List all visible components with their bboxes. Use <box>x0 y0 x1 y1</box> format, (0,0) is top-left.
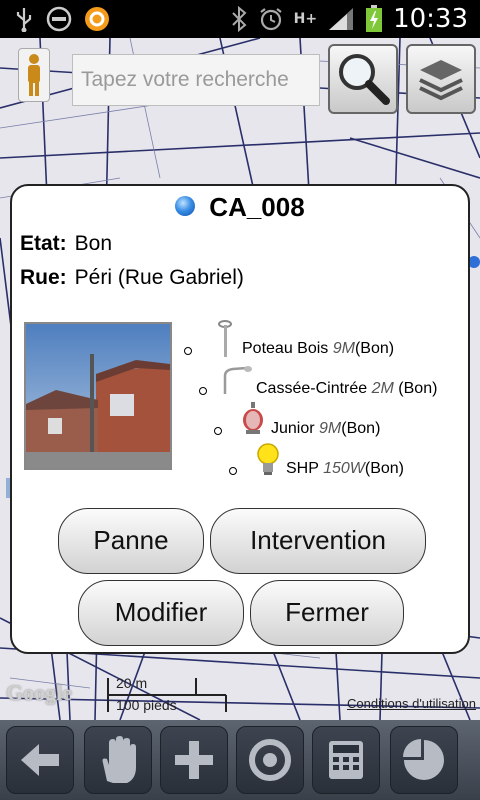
component-size: 2M <box>371 380 394 397</box>
component-state: (Bon) <box>354 340 395 357</box>
field-value: Péri (Rue Gabriel) <box>74 266 244 289</box>
bottom-toolbar <box>0 720 480 800</box>
tree-bullet <box>184 347 192 355</box>
component-name: Cassée-Cintrée <box>256 380 368 397</box>
add-button[interactable] <box>160 726 228 794</box>
pole-icon <box>218 320 232 357</box>
component-item[interactable]: Poteau Bois 9M(Bon) <box>242 340 394 358</box>
component-state: (Bon) <box>398 380 438 397</box>
tree-bullet <box>214 427 222 435</box>
conditions-link[interactable]: Conditions d'utilisation <box>347 696 476 711</box>
component-name: Poteau Bois <box>242 340 329 357</box>
layers-icon <box>419 60 463 101</box>
field-value: Bon <box>74 232 113 255</box>
plus-icon <box>175 741 213 779</box>
component-state: (Bon) <box>341 420 381 437</box>
alarm-icon <box>259 8 282 31</box>
component-name: SHP <box>286 460 319 477</box>
back-button[interactable] <box>6 726 74 794</box>
signal-icon <box>329 8 354 30</box>
component-item[interactable]: SHP 150W(Bon) <box>286 460 404 478</box>
clock: 10:33 <box>393 4 468 34</box>
fermer-button[interactable]: Fermer <box>250 580 404 646</box>
block-icon <box>46 6 72 32</box>
target-icon <box>249 739 291 781</box>
bulb-icon <box>257 443 279 475</box>
back-arrow-icon <box>21 744 59 776</box>
statistics-button[interactable] <box>390 726 458 794</box>
field-rue: Rue: Péri (Rue Gabriel) <box>20 266 244 290</box>
layers-button[interactable] <box>406 44 476 114</box>
hand-icon <box>102 736 136 783</box>
google-logo: Google <box>6 680 72 705</box>
component-item[interactable]: Junior 9M(Bon) <box>271 420 380 438</box>
panne-button[interactable]: Panne <box>58 508 204 574</box>
component-size: 9M <box>319 420 342 437</box>
status-bar: H+ 10:33 <box>0 0 480 38</box>
component-item[interactable]: Cassée-Cintrée 2M (Bon) <box>256 380 437 398</box>
field-label: Rue: <box>20 266 67 289</box>
field-etat: Etat: Bon <box>20 232 112 256</box>
scale-metric: 20 m <box>116 675 148 691</box>
usb-icon <box>16 8 32 32</box>
equipment-photo[interactable] <box>24 322 172 470</box>
component-size: 9M <box>332 340 355 357</box>
field-label: Etat: <box>20 232 67 255</box>
network-type-label: H+ <box>293 11 318 27</box>
locate-button[interactable] <box>236 726 304 794</box>
modifier-button[interactable]: Modifier <box>78 580 244 646</box>
pie-chart-icon <box>403 739 444 780</box>
search-input[interactable]: Tapez votre recherche <box>72 54 320 106</box>
tree-bullet <box>229 467 237 475</box>
lantern-icon <box>243 402 263 434</box>
street-view-button[interactable] <box>18 48 50 102</box>
popup-header: CA_008 <box>12 192 468 223</box>
search-button[interactable] <box>328 44 398 114</box>
scale-imperial: 100 pieds <box>116 697 177 713</box>
feature-popup: CA_008 Etat: Bon Rue: Péri (Rue Gabriel) P… <box>10 184 470 654</box>
pan-button[interactable] <box>84 726 152 794</box>
popup-title: CA_008 <box>209 192 305 222</box>
status-dot-icon <box>175 196 196 217</box>
person-icon <box>28 54 40 96</box>
street-photo-image <box>26 324 170 468</box>
map-scale: 20 m 100 pieds <box>106 675 228 714</box>
bluetooth-icon <box>231 6 247 32</box>
component-state: (Bon) <box>364 460 404 477</box>
tree-bullet <box>199 387 207 395</box>
component-name: Junior <box>271 420 315 437</box>
bracket-icon <box>223 366 252 394</box>
search-icon <box>339 54 390 105</box>
battery-icon <box>366 5 383 32</box>
calculator-button[interactable] <box>312 726 380 794</box>
calculator-icon <box>329 741 363 779</box>
component-size: 150W <box>323 460 365 477</box>
intervention-button[interactable]: Intervention <box>210 508 426 574</box>
app-notification-icon <box>85 7 109 31</box>
